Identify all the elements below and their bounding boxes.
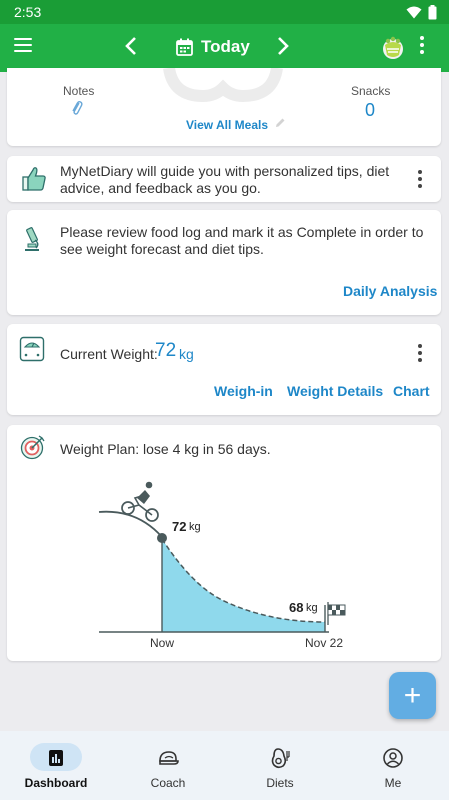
nav-diets-label: Diets bbox=[266, 776, 294, 790]
chevron-left-icon[interactable] bbox=[124, 35, 138, 63]
pencil-icon[interactable] bbox=[274, 116, 286, 134]
start-date-label: Now bbox=[150, 636, 175, 650]
meals-card: Notes Snacks 0 View All Meals bbox=[7, 68, 441, 146]
history-curve bbox=[98, 510, 163, 538]
notes-label: Notes bbox=[63, 84, 95, 98]
nav-dashboard-label: Dashboard bbox=[24, 776, 88, 790]
date-label: Today bbox=[201, 37, 250, 56]
calendar-icon bbox=[176, 38, 193, 56]
nav-me-label: Me bbox=[384, 776, 402, 790]
current-weight-point bbox=[157, 533, 167, 543]
chart-link[interactable]: Chart bbox=[393, 383, 430, 399]
thumbs-up-icon bbox=[21, 165, 47, 198]
weight-plan-card: Weight Plan: lose 4 kg in 56 days. 72 kg… bbox=[7, 425, 441, 661]
coach-cap-icon bbox=[159, 751, 179, 765]
finish-flag-icon bbox=[327, 602, 346, 625]
weight-details-link[interactable]: Weight Details bbox=[287, 383, 383, 399]
battery-icon bbox=[428, 5, 437, 20]
app-bar: Today bbox=[0, 24, 449, 72]
nav-coach[interactable]: Coach bbox=[112, 731, 224, 800]
weight-more-options-icon[interactable] bbox=[418, 344, 422, 362]
tip-more-options-icon[interactable] bbox=[418, 170, 422, 188]
analysis-card: Please review food log and mark it as Co… bbox=[7, 210, 441, 315]
paperclip-icon[interactable] bbox=[71, 100, 83, 121]
chevron-right-icon[interactable] bbox=[276, 35, 290, 63]
current-weight-value: 72 bbox=[155, 340, 177, 361]
more-options-icon[interactable] bbox=[420, 36, 424, 54]
start-weight-value: 72 bbox=[172, 519, 187, 534]
daily-analysis-link[interactable]: Daily Analysis bbox=[343, 283, 437, 299]
dashboard-icon bbox=[49, 750, 63, 766]
plan-fill-area bbox=[162, 539, 325, 632]
nav-dashboard[interactable]: Dashboard bbox=[0, 731, 112, 800]
weight-plan-chart bbox=[98, 481, 346, 633]
date-selector[interactable]: Today bbox=[176, 37, 250, 57]
current-weight-card: Current Weight: 72 kg Weigh-in Weight De… bbox=[7, 324, 441, 415]
nav-me[interactable]: Me bbox=[337, 731, 449, 800]
tip-card: MyNetDiary will guide you with personali… bbox=[7, 156, 441, 202]
status-time: 2:53 bbox=[14, 4, 42, 20]
bottom-nav: Dashboard Coach Diets Me bbox=[0, 731, 449, 800]
app-logo-icon[interactable] bbox=[380, 35, 406, 66]
wifi-icon bbox=[406, 6, 422, 19]
tip-text: MyNetDiary will guide you with personali… bbox=[60, 163, 390, 196]
status-bar: 2:53 bbox=[0, 0, 449, 24]
goal-weight-unit: kg bbox=[306, 602, 318, 614]
snacks-label: Snacks bbox=[351, 84, 391, 98]
meal-ring-graphic bbox=[163, 68, 283, 102]
microscope-icon bbox=[21, 226, 43, 259]
view-all-meals-link[interactable]: View All Meals bbox=[186, 118, 268, 132]
add-button[interactable]: + bbox=[389, 672, 436, 719]
nav-diets[interactable]: Diets bbox=[224, 731, 336, 800]
current-weight-unit: kg bbox=[179, 346, 194, 362]
start-weight-unit: kg bbox=[189, 521, 201, 533]
snacks-count[interactable]: 0 bbox=[365, 100, 375, 121]
menu-icon[interactable] bbox=[14, 38, 32, 58]
weigh-in-link[interactable]: Weigh-in bbox=[214, 383, 273, 399]
goal-date-label: Nov 22 bbox=[305, 636, 344, 650]
profile-icon bbox=[383, 748, 403, 768]
avocado-icon bbox=[271, 748, 290, 769]
nav-coach-label: Coach bbox=[150, 776, 186, 790]
goal-weight-value: 68 bbox=[289, 600, 304, 615]
analysis-text: Please review food log and mark it as Co… bbox=[60, 224, 424, 257]
current-weight-label: Current Weight: bbox=[60, 346, 158, 362]
scale-icon bbox=[19, 336, 45, 367]
system-icons bbox=[406, 5, 437, 20]
